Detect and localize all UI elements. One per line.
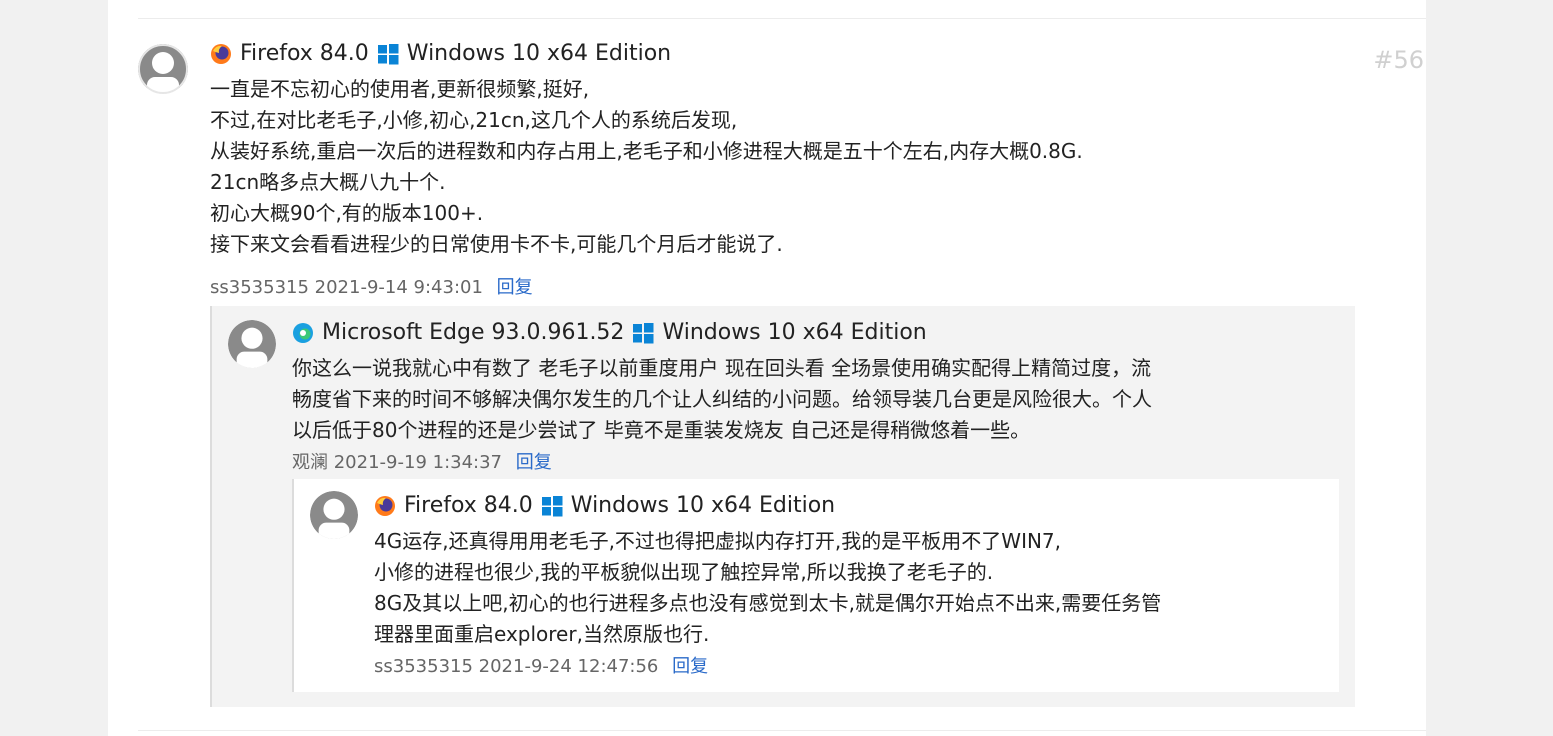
os-name: Windows 10 x64 Edition [662, 320, 927, 345]
reply-time: 2021-9-19 1:34:37 [333, 452, 503, 473]
default-avatar-icon [138, 44, 188, 94]
comment-author: ss3535315 [210, 277, 309, 298]
reply-author: ss3535315 [374, 656, 473, 677]
reply-meta: Firefox 84.0 Windows 10 x64 Edition [374, 493, 835, 518]
reply-line: 8G及其以上吧,初心的也行进程多点也没有感觉到太卡,就是偶尔开始点不出来,需要任… [374, 591, 1162, 615]
comment-line: 接下来文会看看进程少的日常使用卡不卡,可能几个月后才能说了. [210, 232, 783, 256]
reply-line: 理器里面重启explorer,当然原版也行. [374, 622, 710, 646]
avatar[interactable] [228, 320, 276, 368]
firefox-icon [211, 43, 231, 64]
browser-name: Firefox 84.0 [240, 41, 369, 66]
reply-link[interactable]: 回复 [497, 277, 533, 298]
reply-body: 你这么一说我就心中有数了 老毛子以前重度用户 现在回头看 全场景使用确实配得上精… [292, 353, 1152, 446]
windows-icon [633, 322, 654, 343]
reply-link[interactable]: 回复 [672, 656, 708, 677]
divider [138, 730, 1426, 731]
reply-body: 4G运存,还真得用用老毛子,不过也得把虚拟内存打开,我的是平板用不了WIN7, … [374, 526, 1161, 650]
nested-reply: Firefox 84.0 Windows 10 x64 Edition 4G运存… [292, 479, 1339, 692]
divider [138, 18, 1426, 19]
default-avatar-icon [228, 320, 276, 368]
reply-link[interactable]: 回复 [516, 452, 552, 473]
comment-page: Firefox 84.0 Windows 10 x64 Edition #56 … [108, 0, 1426, 736]
comment-line: 不过,在对比老毛子,小修,初心,21cn,这几个人的系统后发现, [210, 108, 738, 132]
edge-icon [293, 322, 313, 343]
reply-line: 以后低于80个进程的还是少尝试了 毕竟不是重装发烧友 自己还是得稍微悠着一些。 [292, 418, 1031, 442]
comment-meta: Firefox 84.0 Windows 10 x64 Edition [210, 41, 671, 66]
windows-icon [377, 43, 399, 64]
reply-time: 2021-9-24 12:47:56 [478, 656, 659, 677]
comment-line: 21cn略多点大概八九十个. [210, 170, 446, 194]
reply-line: 畅度省下来的时间不够解决偶尔发生的几个让人纠结的小问题。给领导装几台更是风险很大… [292, 387, 1152, 411]
reply-author: 观澜 [292, 452, 328, 473]
os-name: Windows 10 x64 Edition [570, 493, 836, 518]
avatar[interactable] [310, 491, 358, 539]
reply-footer: ss3535315 2021-9-24 12:47:56 回复 [374, 652, 708, 678]
windows-icon [541, 495, 563, 516]
reply-line: 小修的进程也很少,我的平板貌似出现了触控异常,所以我换了老毛子的. [374, 560, 994, 584]
comment-footer: ss3535315 2021-9-14 9:43:01 回复 [210, 273, 533, 299]
default-avatar-icon [310, 491, 358, 539]
firefox-icon [375, 495, 395, 516]
reply-meta: Microsoft Edge 93.0.961.52 Windows 10 x6… [292, 320, 927, 345]
comment-line: 从装好系统,重启一次后的进程数和内存占用上,老毛子和小修进程大概是五十个左右,内… [210, 139, 1083, 163]
comment-line: 初心大概90个,有的版本100+. [210, 201, 484, 225]
comment-body: 一直是不忘初心的使用者,更新很频繁,挺好, 不过,在对比老毛子,小修,初心,21… [210, 74, 1083, 260]
reply-footer: 观澜 2021-9-19 1:34:37 回复 [292, 448, 552, 474]
browser-name: Microsoft Edge 93.0.961.52 [322, 320, 625, 345]
comment-line: 一直是不忘初心的使用者,更新很频繁,挺好, [210, 77, 590, 101]
floor-number: #56 [1373, 46, 1424, 74]
os-name: Windows 10 x64 Edition [406, 41, 672, 66]
avatar[interactable] [138, 44, 188, 94]
reply-line: 你这么一说我就心中有数了 老毛子以前重度用户 现在回头看 全场景使用确实配得上精… [292, 356, 1152, 380]
browser-name: Firefox 84.0 [404, 493, 533, 518]
comment-time: 2021-9-14 9:43:01 [314, 277, 483, 298]
reply-line: 4G运存,还真得用用老毛子,不过也得把虚拟内存打开,我的是平板用不了WIN7, [374, 529, 1062, 553]
